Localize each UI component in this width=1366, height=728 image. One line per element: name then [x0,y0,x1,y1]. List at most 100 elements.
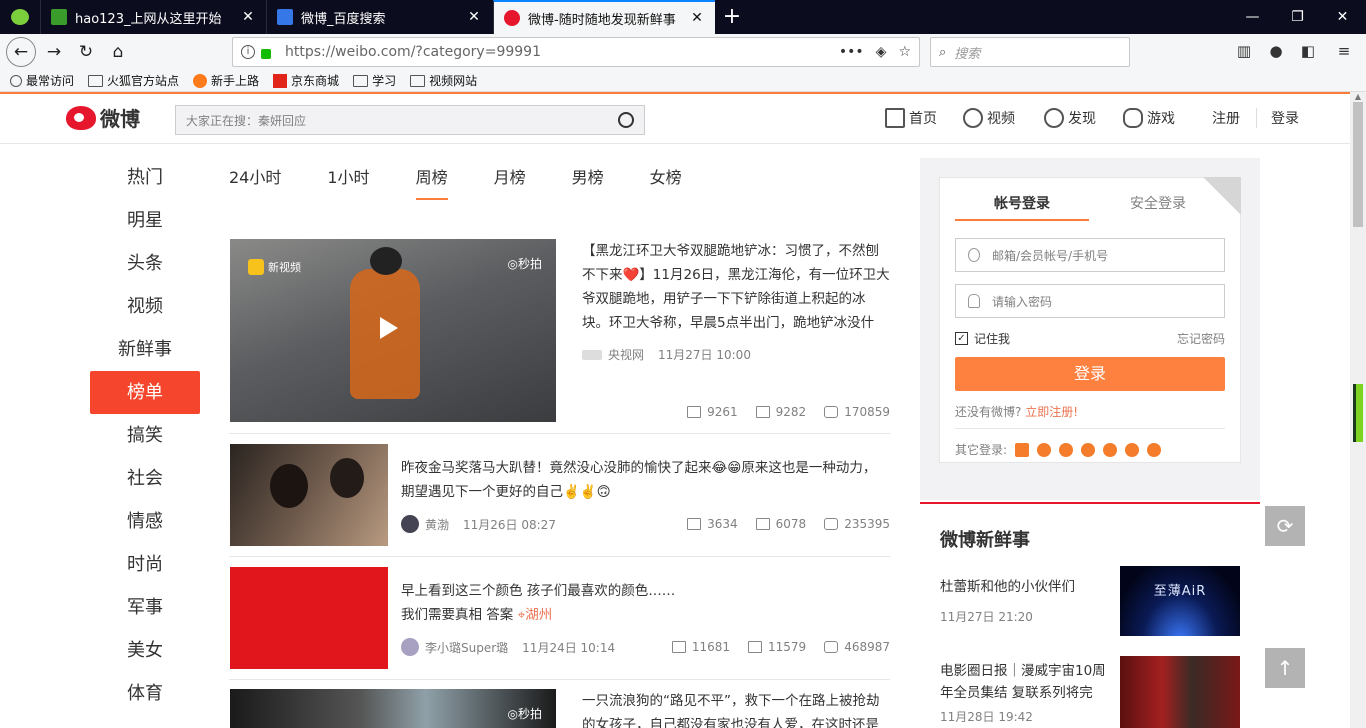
side-widget[interactable] [1353,384,1363,442]
repost-button[interactable]: 11681 [671,640,730,654]
comment-button[interactable]: 11579 [748,640,806,654]
scrollbar-thumb[interactable] [1353,102,1363,227]
fresh-item-title[interactable]: 电影圈日报｜漫威宇宙10周年全员集结 复联系列将完 [940,660,1115,704]
qq-icon[interactable] [1037,442,1052,457]
rank-tab[interactable]: 月榜 [494,156,526,200]
comment-button[interactable]: 6078 [755,517,806,531]
password-field[interactable]: 请输入密码 [955,284,1225,318]
post-thumbnail[interactable] [230,444,388,546]
close-tab-icon[interactable]: ✕ [689,10,705,26]
reload-button[interactable]: ↻ [72,38,100,66]
wechat-icon[interactable] [0,0,40,34]
nav-discover[interactable]: 发现 [1044,108,1096,128]
pocket-icon[interactable]: ◈ [876,44,887,60]
category-item[interactable]: 体育 [90,672,200,715]
nav-login[interactable]: 登录 [1256,108,1299,128]
forgot-password-link[interactable]: 忘记密码 [1177,330,1225,347]
cctv-avatar[interactable] [582,349,602,360]
post-thumbnail[interactable] [230,567,388,669]
fresh-item-title[interactable]: 杜蕾斯和他的小伙伴们 [940,576,1115,598]
category-item-active[interactable]: 榜单 [90,371,200,414]
forward-button[interactable]: → [40,38,68,66]
feixin-icon[interactable] [1125,442,1140,457]
like-button[interactable]: 468987 [824,640,890,654]
video-thumbnail[interactable]: ◎秒拍 [230,689,556,728]
home-button[interactable]: ⌂ [104,38,132,66]
category-item[interactable]: 明星 [90,199,200,242]
rank-tab[interactable]: 女榜 [650,156,682,200]
category-item[interactable]: 搞笑 [90,414,200,457]
info-icon[interactable]: i [241,45,255,59]
tab-account-login[interactable]: 帐号登录 [955,193,1089,221]
bookmark-study[interactable]: 学习 [353,72,396,89]
360-icon[interactable] [1103,442,1118,457]
category-item[interactable]: 视频 [90,285,200,328]
bookmark-firefox-site[interactable]: 火狐官方站点 [88,72,179,89]
close-window-button[interactable]: ✕ [1320,0,1365,34]
author-avatar[interactable] [401,515,419,533]
taobao-icon[interactable] [1015,442,1030,457]
tianyi-icon[interactable] [1081,442,1096,457]
login-button[interactable]: 登录 [955,357,1225,391]
page-actions-icon[interactable]: ••• [839,44,864,60]
username-field[interactable]: 邮箱/会员帐号/手机号 [955,238,1225,272]
close-tab-icon[interactable]: ✕ [466,9,482,25]
new-tab-button[interactable]: + [720,4,744,30]
rank-tab[interactable]: 男榜 [572,156,604,200]
remember-me-checkbox[interactable]: ✓ 记住我 [955,330,1010,347]
fresh-item[interactable]: 杜蕾斯和他的小伙伴们 11月27日 21:20 至薄AiR [940,566,1240,636]
comment-button[interactable]: 9282 [755,405,806,419]
category-item[interactable]: 社会 [90,457,200,500]
repost-button[interactable]: 3634 [687,517,738,531]
chat-icon[interactable]: ● [1266,42,1286,62]
back-button[interactable]: ← [6,37,36,67]
bookmark-jd[interactable]: 京东商城 [273,72,339,89]
rank-tab-active[interactable]: 周榜 [415,156,448,200]
bookmark-video-sites[interactable]: 视频网站 [410,72,477,89]
close-tab-icon[interactable]: ✕ [240,9,256,25]
play-icon[interactable] [380,317,398,339]
nav-home[interactable]: 首页 [885,108,937,128]
bookmark-most-visited[interactable]: 最常访问 [10,72,74,89]
fresh-item-image[interactable] [1120,656,1240,728]
author-avatar[interactable] [401,638,419,656]
rank-tab[interactable]: 24小时 [229,156,281,200]
category-item[interactable]: 情感 [90,500,200,543]
tab-baidu[interactable]: 微博_百度搜索 ✕ [266,0,492,34]
feed-text[interactable]: 【黑龙江环卫大爷双腿跪地铲冰：习惯了，不然刨不下来❤️】11月26日，黑龙江海伦… [582,239,890,335]
weibo-search-input[interactable]: 大家正在搜：秦妍回应 [175,105,645,135]
rank-tab[interactable]: 1小时 [327,156,369,200]
url-text[interactable]: https://weibo.com/?category=99991 [285,44,839,60]
feed-text[interactable]: 昨夜金马奖落马大趴替！竟然没心没肺的愉快了起来😂😁原来这也是一种动力，期望遇见下… [401,456,881,504]
category-item[interactable]: 军事 [90,586,200,629]
fresh-item-image[interactable]: 至薄AiR [1120,566,1240,636]
location-link[interactable]: ⌖湖州 [518,607,553,623]
page-scrollbar[interactable]: ▲ [1350,92,1366,728]
library-icon[interactable]: ▥ [1234,42,1254,62]
feed-author[interactable]: 央视网 [608,346,644,363]
sidebar-icon[interactable]: ◧ [1298,42,1318,62]
feed-text[interactable]: 一只流浪狗的“路见不平”，救下一个在路上被抢劫的女孩子，自己都没有家也没有人爱，… [582,689,890,728]
bookmark-getting-started[interactable]: 新手上路 [193,72,259,89]
refresh-button[interactable]: ⟳ [1265,506,1305,546]
register-link[interactable]: 立即注册! [1025,405,1078,419]
feed-author[interactable]: 李小璐Super璐 [425,639,508,656]
back-to-top-button[interactable]: ↑ [1265,648,1305,688]
nav-game[interactable]: 游戏 [1123,108,1175,128]
tab-secure-login[interactable]: 安全登录 [1091,193,1225,221]
nav-register[interactable]: 注册 [1212,108,1240,128]
category-item[interactable]: 美女 [90,629,200,672]
feed-author[interactable]: 黄渤 [425,516,449,533]
baidu-icon[interactable] [1147,442,1162,457]
tab-hao123[interactable]: hao123_上网从这里开始 ✕ [40,0,266,34]
bookmark-star-icon[interactable]: ☆ [898,44,911,60]
menu-icon[interactable]: ≡ [1334,42,1354,62]
renren-icon[interactable] [1059,442,1074,457]
tab-weibo[interactable]: 微博-随时随地发现新鲜事 ✕ [493,0,715,34]
category-item[interactable]: 热门 [90,156,200,199]
search-input[interactable]: ⌕ 搜索 [930,37,1130,67]
url-bar[interactable]: i https://weibo.com/?category=99991 ••• … [232,37,920,67]
minimize-button[interactable]: — [1230,0,1275,34]
nav-video[interactable]: 视频 [963,108,1015,128]
category-item[interactable]: 时尚 [90,543,200,586]
